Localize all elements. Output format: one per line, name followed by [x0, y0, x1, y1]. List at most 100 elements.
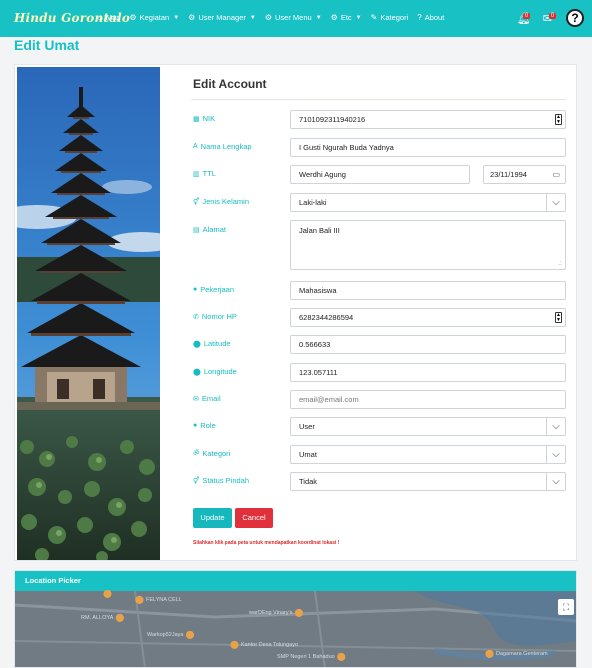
form-divider	[191, 99, 566, 100]
map-marker-icon: ⬤	[193, 340, 201, 348]
map-poi[interactable]: Warkop52Jaya ⬤	[147, 630, 194, 639]
gear-icon: ⚙	[330, 13, 338, 22]
map-poi[interactable]: ⬤ FELYNA CELL	[135, 595, 182, 604]
map-poi[interactable]: SMP Negeri 1 Bahaduo ⬤	[277, 652, 346, 661]
map-pin-icon: ⬤	[135, 595, 144, 604]
nomor-hp-value: 6282344286594	[299, 313, 354, 322]
label-nik: ▦ NIK	[193, 114, 215, 123]
number-spinner[interactable]: ▲ ▼	[555, 312, 562, 323]
map-poi[interactable]: ⬤	[103, 589, 112, 598]
nomor-hp-field[interactable]: 6282344286594 ▲ ▼	[290, 308, 566, 327]
id-card-icon: ▦	[193, 115, 200, 123]
label-ttl: ▥ TTL	[193, 169, 216, 178]
resize-handle-icon[interactable]: .:	[558, 260, 562, 268]
font-icon: A	[193, 143, 198, 150]
gender-icon: ⚥	[193, 198, 200, 206]
kategori-value: Umat	[299, 450, 317, 459]
menu-item-label: User Menu	[275, 13, 312, 22]
map-marker-icon: ⬤	[193, 368, 201, 376]
map-poi-label: SMP Negeri 1 Bahaduo	[277, 653, 335, 660]
map-pin-icon: ⬤	[115, 613, 125, 622]
address-card-icon: ▤	[193, 226, 200, 234]
location-picker-card: Location Picker ⬤ ⬤ FELYNA CELL RM. ALLOY…	[14, 570, 577, 668]
map-poi[interactable]: ⬤ Kantor Desa Tolungayo	[230, 640, 298, 649]
bell-badge: 0	[522, 12, 531, 19]
menu-item-label: Kategori	[380, 13, 409, 22]
fullscreen-icon[interactable]: ⛶	[558, 599, 574, 615]
alamat-value: Jalan Bali III	[299, 226, 340, 235]
help-button[interactable]: ?	[566, 9, 584, 27]
envelope-icon: ✉	[193, 395, 199, 403]
notification-bell[interactable]: 🔔︎ 0	[517, 12, 531, 25]
tempat-lahir-field[interactable]: Werdhi Agung	[290, 165, 470, 184]
label-nama: A Nama Lengkap	[193, 142, 252, 151]
menu-item-user-menu[interactable]: ⚙ User Menu ▼	[265, 13, 322, 22]
chevron-down-icon: ▼	[315, 14, 322, 21]
menu-item-etc[interactable]: ⚙ Etc ▼	[331, 13, 362, 22]
label-text: Longitude	[203, 367, 237, 376]
alamat-textarea[interactable]: Jalan Bali III.:	[290, 220, 566, 270]
email-field[interactable]: email@email.com	[290, 390, 566, 409]
label-text: Kategori	[202, 449, 231, 458]
nama-field[interactable]: I Gusti Ngurah Buda Yadnya	[290, 138, 566, 157]
chevron-down-icon: ⌵	[546, 446, 565, 463]
calendar-icon[interactable]: ▭	[552, 166, 560, 183]
kategori-select[interactable]: Umat ⌵	[290, 445, 566, 464]
map-pin-icon: ⬤	[485, 649, 494, 658]
menu-item-label: About	[424, 13, 445, 22]
nik-field[interactable]: 7101092311940216 ▲ ▼	[290, 110, 566, 129]
label-text: Email	[201, 394, 221, 403]
menu-item-kegiatan[interactable]: ⚙ Kegiatan ▼	[129, 13, 179, 22]
menu-item-label: Map	[105, 13, 121, 22]
chevron-down-icon: ▼	[355, 14, 362, 21]
map-poi[interactable]: ⬤ Dagamara Genteram	[485, 649, 548, 658]
question-icon: ?	[417, 13, 422, 22]
jenis-kelamin-select[interactable]: Laki-laki ⌵	[290, 193, 566, 212]
nav-right: 🔔︎ 0 ✉ 0 ?	[517, 9, 584, 27]
circle-icon: ●	[193, 422, 198, 429]
label-text: TTL	[202, 169, 216, 178]
top-navbar: Hindu Gorontalo ⌂ Map ⚙ Kegiatan ▼ ⚙ User Ma…	[0, 0, 592, 37]
label-text: NIK	[202, 114, 216, 123]
label-role: ● Role	[193, 421, 216, 430]
chevron-down-icon: ⌵	[546, 473, 565, 490]
role-select[interactable]: User ⌵	[290, 417, 566, 436]
label-email: ✉ Email	[193, 394, 221, 403]
menu-item-about[interactable]: ? About	[417, 13, 444, 22]
map-poi[interactable]: warDEng Vinary's ⬤	[249, 608, 303, 617]
message-inbox[interactable]: ✉ 0	[543, 12, 557, 25]
home-icon: ⌂	[98, 13, 103, 22]
nik-value: 7101092311940216	[299, 115, 366, 124]
pekerjaan-field[interactable]: Mahasiswa	[290, 281, 566, 300]
tanggal-lahir-field[interactable]: 23/11/1994 ▭	[483, 165, 566, 184]
status-pindah-select[interactable]: Tidak ⌵	[290, 472, 566, 491]
label-nomor-hp: ✆ Nomor HP	[193, 312, 237, 321]
label-text: Status Pindah	[202, 476, 250, 485]
menu-item-kategori[interactable]: ✎ Kategori	[371, 13, 409, 22]
chevron-down-icon: ▼	[173, 14, 180, 21]
menu-item-map[interactable]: ⌂ Map	[98, 13, 120, 22]
globe-icon: ●	[193, 286, 198, 293]
menu-item-user-manager[interactable]: ⚙ User Manager ▼	[188, 13, 256, 22]
jenis-kelamin-value: Laki-laki	[299, 198, 327, 207]
map-poi-label: Kantor Desa Tolungayo	[240, 641, 299, 648]
map-poi-label: Dagamara Genteram	[495, 650, 548, 657]
cancel-button[interactable]: Cancel	[235, 508, 273, 528]
label-text: Role	[200, 421, 216, 430]
update-button[interactable]: Update	[193, 508, 232, 528]
edit-icon: ✎	[370, 13, 378, 22]
location-map[interactable]: ⬤ ⬤ FELYNA CELL RM. ALLOYA ⬤ warDEng Vinar…	[15, 589, 576, 667]
map-poi-label: Warkop52Jaya	[147, 631, 184, 638]
map-poi[interactable]: RM. ALLOYA ⬤	[81, 613, 124, 622]
label-text: Alamat	[202, 225, 226, 234]
birthday-cake-icon: ▥	[193, 170, 200, 178]
temple-photo	[17, 67, 160, 560]
number-spinner[interactable]: ▲ ▼	[555, 114, 562, 125]
status-pindah-value: Tidak	[299, 477, 318, 486]
map-pin-icon: ⬤	[185, 630, 195, 639]
map-poi-label: RM. ALLOYA	[81, 614, 114, 621]
latitude-field[interactable]: 0.566633	[290, 335, 566, 354]
role-value: User	[299, 422, 315, 431]
longitude-field[interactable]: 123.057111	[290, 363, 566, 382]
gear-icon: ⚙	[264, 13, 272, 22]
